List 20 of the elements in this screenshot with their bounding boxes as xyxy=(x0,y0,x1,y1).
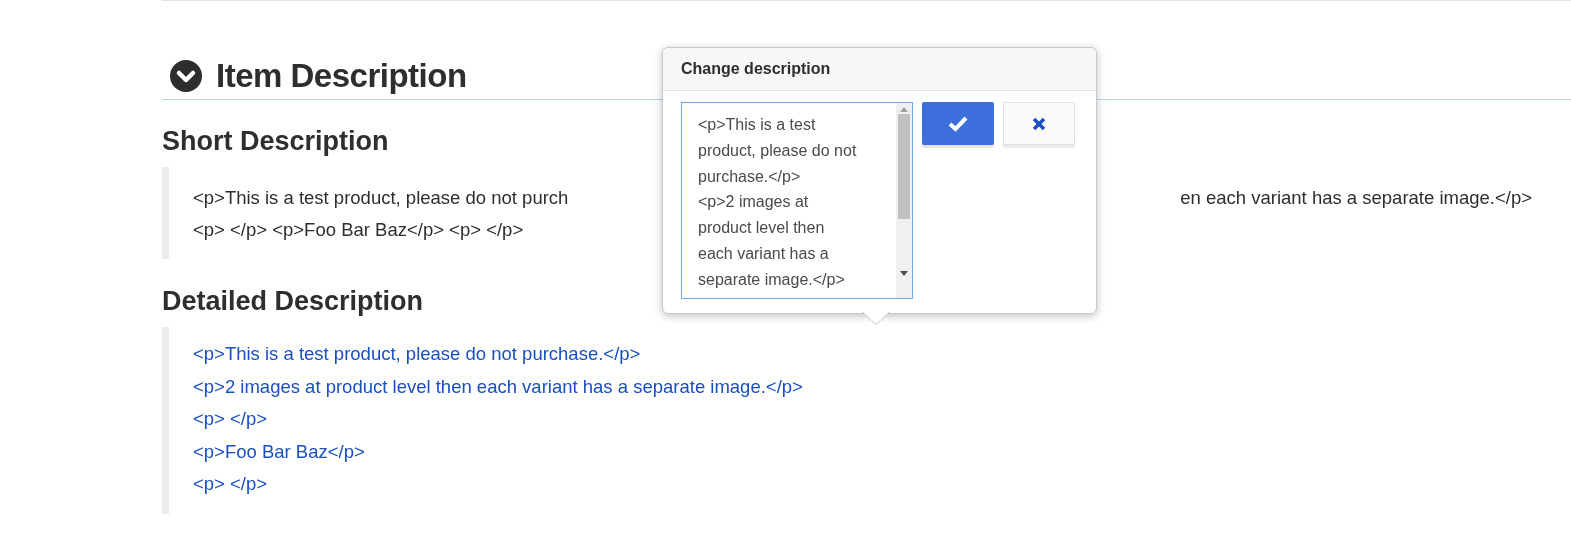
section-title: Item Description xyxy=(216,57,467,95)
confirm-button[interactable] xyxy=(922,102,994,145)
close-icon xyxy=(1032,116,1046,131)
cancel-button[interactable] xyxy=(1003,102,1075,145)
description-line: <p> </p> xyxy=(193,407,269,431)
description-line: <p>2 images at product level then each variant has a separate image.</p> xyxy=(193,374,804,399)
description-line: <p>Foo Bar Baz</p> xyxy=(193,439,366,464)
chevron-down-icon[interactable] xyxy=(170,60,202,92)
scrollbar-thumb[interactable] xyxy=(898,114,910,219)
check-icon xyxy=(948,115,968,132)
description-line: <p> </p> xyxy=(193,472,269,496)
description-field[interactable]: <p>This is a test product, please do not purchase.</p> <p>2 images at product level then each variant has a separate image.</p> xyxy=(681,102,913,299)
subsection-heading: Detailed Description xyxy=(162,286,424,317)
scroll-down-icon[interactable] xyxy=(900,271,908,277)
description-text: <p> </p> <p>Foo Bar Baz</p> <p> </p> xyxy=(193,218,524,242)
popover-title: Change description xyxy=(681,60,831,78)
description-text: <p>This is a test product, please do not purch xyxy=(193,186,569,210)
description-line: <p>This is a test product, please do not purchase.</p> xyxy=(193,342,642,366)
description-text: en each variant has a separate image.</p> xyxy=(1180,186,1532,210)
subsection-heading: Short Description xyxy=(162,126,389,157)
